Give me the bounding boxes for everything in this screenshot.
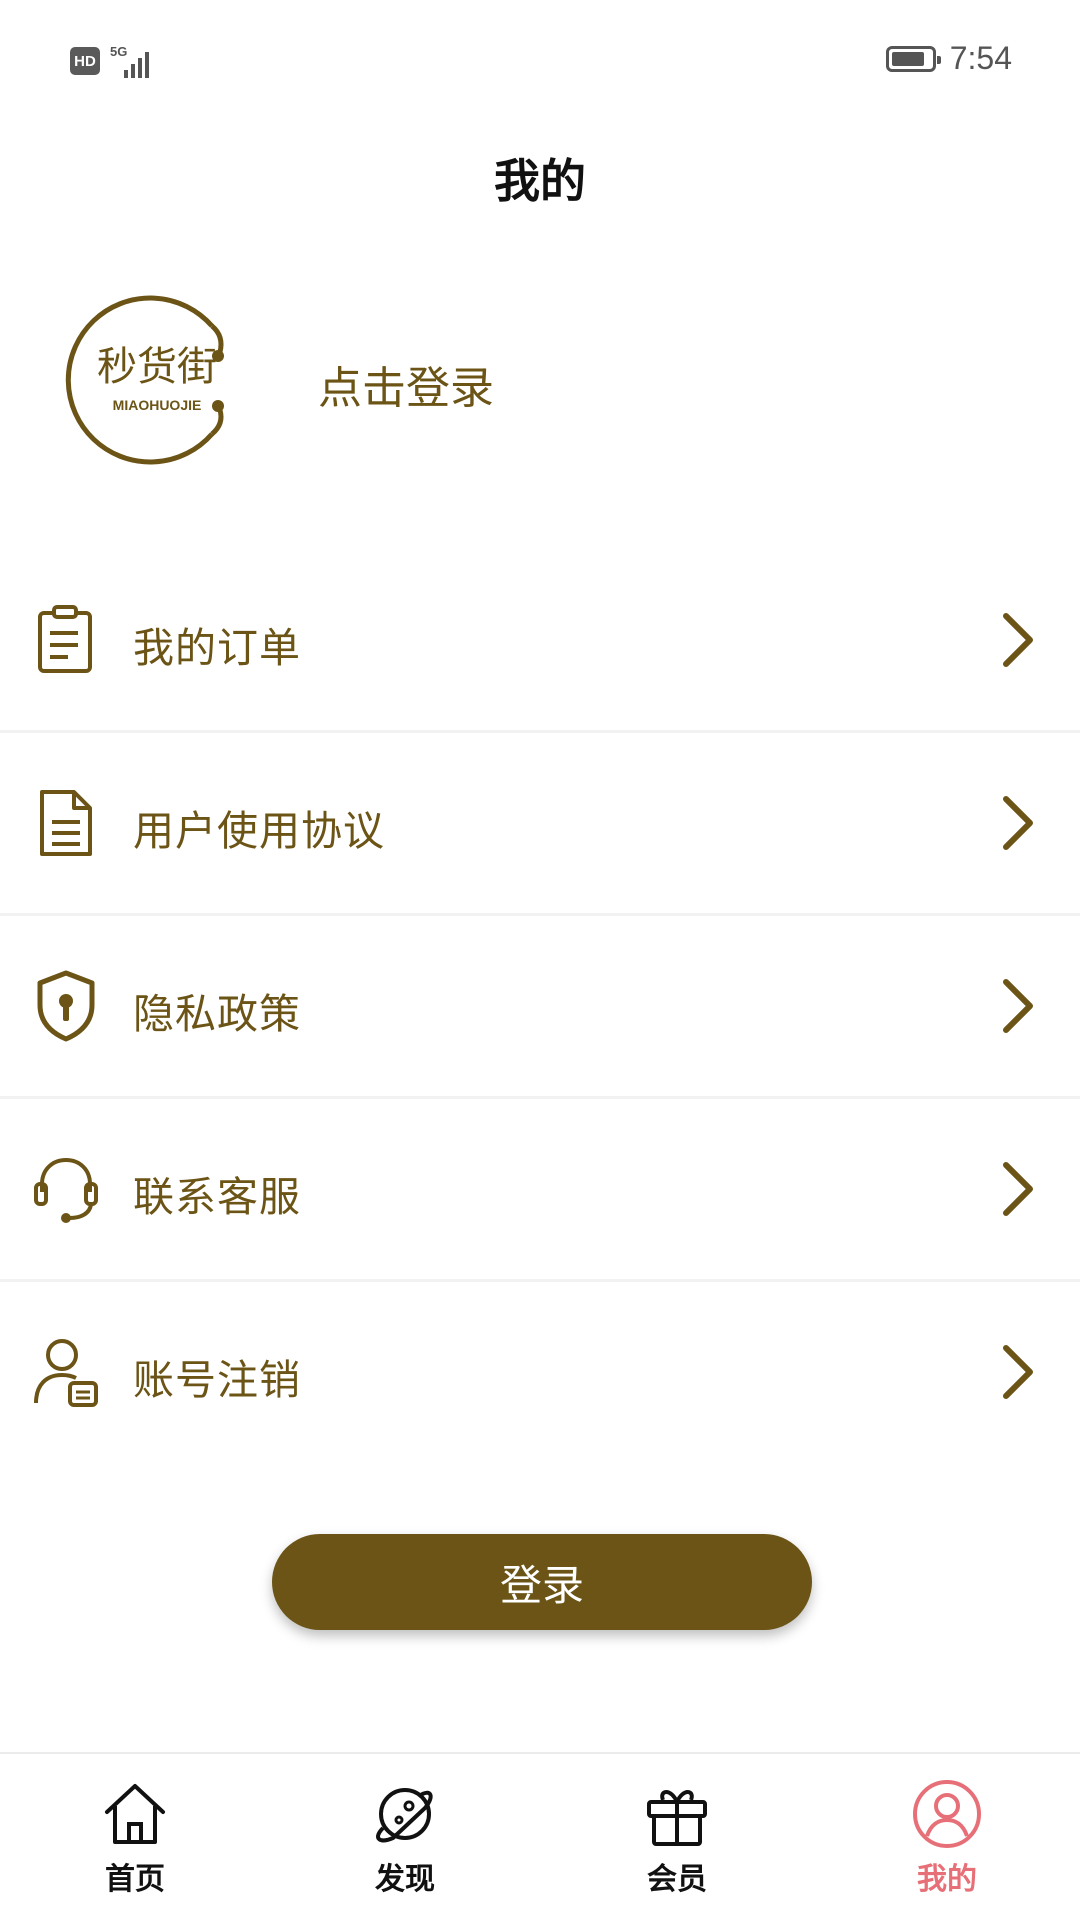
menu-list: 我的订单 用户使用协议 隐私政策 联系客服 账号注销 (0, 550, 1080, 1462)
shield-lock-icon (37, 970, 95, 1042)
tab-label: 首页 (105, 1862, 165, 1897)
menu-item-label: 隐私政策 (133, 990, 301, 1038)
tab-label: 我的 (917, 1862, 977, 1897)
login-button[interactable]: 登录 (272, 1534, 812, 1630)
home-icon (105, 1784, 165, 1844)
tab-label: 会员 (647, 1862, 707, 1897)
tab-membership[interactable]: 会员 (602, 1778, 752, 1908)
login-prompt[interactable]: 点击登录 (318, 352, 494, 416)
menu-item-label: 我的订单 (133, 624, 301, 672)
menu-item-orders[interactable]: 我的订单 (0, 550, 1080, 733)
tab-discover[interactable]: 发现 (330, 1778, 480, 1908)
menu-item-account-deletion[interactable]: 账号注销 (0, 1282, 1080, 1462)
bottom-tab-bar: 首页 发现 会员 我的 (0, 1752, 1080, 1922)
order-list-icon (38, 605, 92, 673)
menu-item-user-agreement[interactable]: 用户使用协议 (0, 733, 1080, 916)
user-card-icon (34, 1339, 98, 1407)
planet-icon (376, 1788, 433, 1843)
signal-icon: 5G (110, 44, 168, 78)
chevron-right-icon (1003, 1345, 1033, 1399)
tab-label: 发现 (375, 1862, 435, 1897)
chevron-right-icon (1003, 613, 1033, 667)
gift-icon (647, 1790, 707, 1846)
chevron-right-icon (1003, 979, 1033, 1033)
brand-logo: 秒货街 MIAOHUOJIE (65, 295, 224, 465)
menu-item-label: 用户使用协议 (133, 807, 385, 855)
clock: 7:54 (949, 40, 1012, 76)
profile-section[interactable]: 秒货街 MIAOHUOJIE 点击登录 (0, 270, 1080, 490)
chevron-right-icon (1003, 796, 1033, 850)
battery-icon (885, 45, 941, 72)
page-title: 我的 (494, 154, 586, 208)
status-bar: HD 5G 7:54 (0, 0, 1080, 120)
tab-mine[interactable]: 我的 (872, 1778, 1022, 1908)
status-right: 7:54 (885, 40, 1012, 77)
logo-subtext: MIAOHUOJIE (113, 397, 202, 413)
document-icon (40, 790, 92, 856)
status-left: HD 5G (70, 44, 168, 78)
menu-item-label: 账号注销 (133, 1356, 301, 1404)
tab-home[interactable]: 首页 (60, 1778, 210, 1908)
menu-item-label: 联系客服 (133, 1173, 301, 1221)
logo-text: 秒货街 (97, 344, 217, 390)
headset-icon (34, 1157, 98, 1223)
menu-item-customer-service[interactable]: 联系客服 (0, 1099, 1080, 1282)
user-icon (913, 1780, 981, 1848)
chevron-right-icon (1003, 1162, 1033, 1216)
hd-badge: HD (70, 47, 100, 75)
menu-item-privacy-policy[interactable]: 隐私政策 (0, 916, 1080, 1099)
